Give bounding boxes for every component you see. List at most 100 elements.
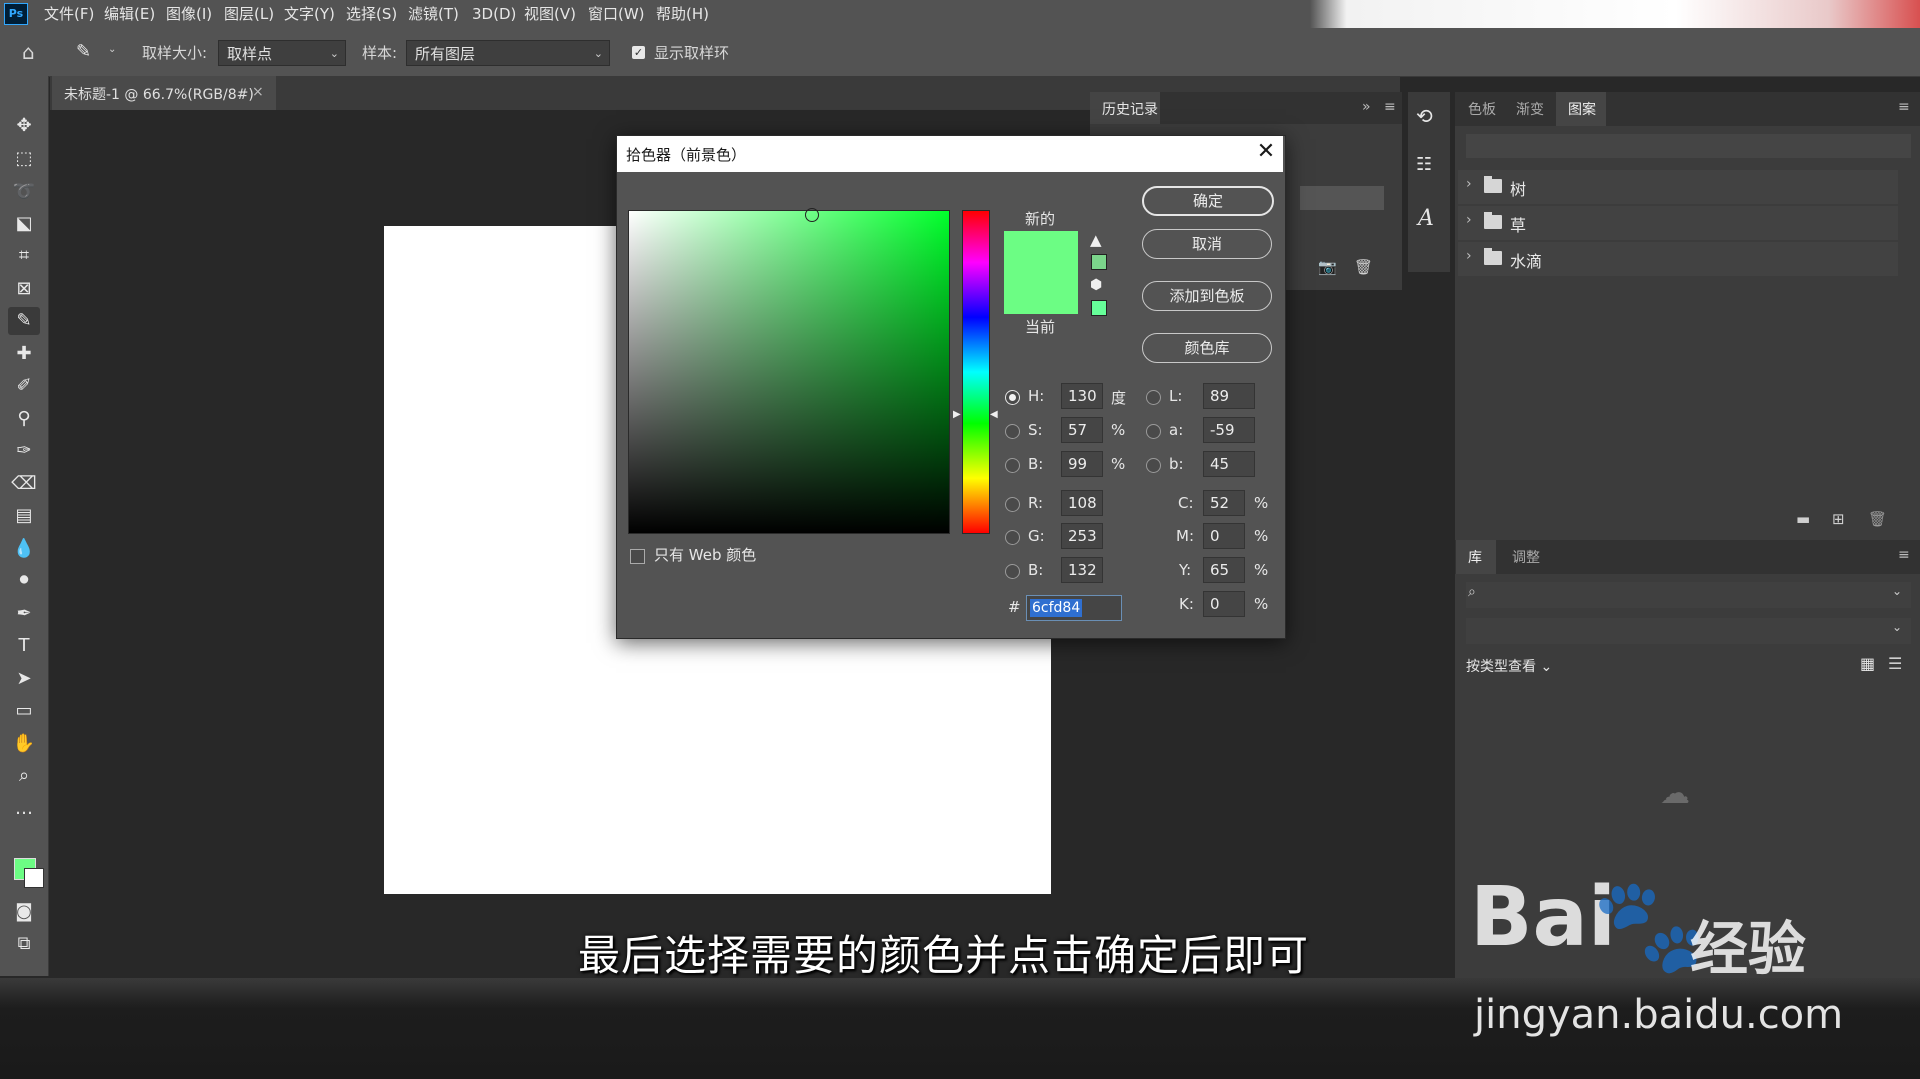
home-icon[interactable]: ⌂ (22, 42, 44, 62)
history-brush-tool-icon[interactable]: ✑ (8, 437, 40, 465)
hue-field[interactable]: 130 (1061, 383, 1103, 409)
history-panel-icon[interactable]: ⟲ (1416, 104, 1433, 128)
show-ring-checkbox[interactable]: ✓ (632, 46, 645, 59)
zoom-tool-icon[interactable]: ⌕ (8, 762, 40, 790)
radio-green[interactable] (1005, 530, 1020, 545)
radio-hue[interactable] (1005, 390, 1020, 405)
current-color-swatch[interactable] (1004, 272, 1078, 314)
ok-button[interactable]: 确定 (1142, 186, 1274, 216)
radio-saturation[interactable] (1005, 424, 1020, 439)
tab-swatches[interactable]: 色板 (1468, 99, 1496, 119)
document-tab[interactable]: 未标题-1 @ 66.7%(RGB/8#) × (52, 76, 276, 110)
background-color-swatch[interactable] (24, 868, 44, 888)
web-colors-only-checkbox[interactable] (630, 549, 645, 564)
lasso-tool-icon[interactable]: ➰ (8, 178, 40, 206)
green-field[interactable]: 253 (1061, 523, 1103, 549)
hand-tool-icon[interactable]: ✋ (8, 730, 40, 758)
menu-help[interactable]: 帮助(H) (656, 0, 709, 28)
add-to-swatches-button[interactable]: 添加到色板 (1142, 281, 1272, 311)
radio-red[interactable] (1005, 497, 1020, 512)
move-tool-icon[interactable]: ✥ (8, 112, 40, 140)
character-panel-icon[interactable]: A (1418, 206, 1434, 231)
library-search-field[interactable]: ⌕ ⌄ (1466, 582, 1911, 608)
color-libraries-button[interactable]: 颜色库 (1142, 333, 1272, 363)
properties-panel-icon[interactable]: ☷ (1416, 154, 1432, 175)
hex-field[interactable]: 6cfd84 (1026, 595, 1122, 621)
type-tool-icon[interactable]: T (8, 632, 40, 660)
cancel-button[interactable]: 取消 (1142, 229, 1272, 259)
panel-menu-icon[interactable]: ≡ (1898, 99, 1910, 115)
menu-window[interactable]: 窗口(W) (588, 0, 645, 28)
path-select-tool-icon[interactable]: ➤ (8, 665, 40, 693)
gamut-correction-swatch[interactable] (1091, 254, 1107, 270)
history-state-row[interactable] (1300, 186, 1384, 210)
sample-select[interactable]: 所有图层 ⌄ (406, 40, 610, 66)
radio-lab-a[interactable] (1146, 424, 1161, 439)
close-tab-icon[interactable]: × (252, 84, 264, 100)
crop-tool-icon[interactable]: ⌗ (8, 242, 40, 270)
eyedropper-preset-icon[interactable]: ✎ (76, 40, 106, 64)
brightness-field[interactable]: 99 (1061, 451, 1103, 477)
lab-b-field[interactable]: 45 (1203, 451, 1255, 477)
menu-filter[interactable]: 滤镜(T) (408, 0, 459, 28)
blur-tool-icon[interactable]: 💧 (8, 535, 40, 563)
snapshot-camera-icon[interactable]: 📷 (1318, 258, 1337, 276)
black-field[interactable]: 0 (1203, 591, 1245, 617)
grid-view-icon[interactable]: ▦ (1860, 654, 1875, 673)
radio-lab-l[interactable] (1146, 390, 1161, 405)
clone-stamp-tool-icon[interactable]: ⚲ (8, 405, 40, 433)
healing-brush-tool-icon[interactable]: ✚ (8, 340, 40, 368)
hue-slider[interactable] (962, 210, 990, 534)
quick-mask-icon[interactable]: ◙ (8, 898, 40, 926)
panel-menu-icon[interactable]: ≡ (1898, 547, 1910, 563)
out-of-gamut-warning-icon[interactable]: ▲ (1090, 231, 1102, 249)
color-selector-ring[interactable] (805, 208, 819, 222)
object-select-tool-icon[interactable]: ⬕ (8, 210, 40, 238)
tab-patterns[interactable]: 图案 (1556, 92, 1606, 126)
hue-slider-left-arrow-icon[interactable]: ▶ (953, 409, 961, 420)
red-field[interactable]: 108 (1061, 490, 1103, 516)
menu-layer[interactable]: 图层(L) (224, 0, 274, 28)
brush-tool-icon[interactable]: ✐ (8, 372, 40, 400)
pattern-folder-grass[interactable]: › 草 (1458, 206, 1898, 240)
menu-image[interactable]: 图像(I) (166, 0, 212, 28)
new-pattern-icon[interactable]: ⊞ (1832, 510, 1845, 528)
rectangle-tool-icon[interactable]: ▭ (8, 697, 40, 725)
patterns-search-field[interactable] (1466, 134, 1911, 158)
menu-edit[interactable]: 编辑(E) (104, 0, 155, 28)
pen-tool-icon[interactable]: ✒ (8, 600, 40, 628)
saturation-brightness-field[interactable] (628, 210, 950, 534)
saturation-field[interactable]: 57 (1061, 417, 1103, 443)
lab-a-field[interactable]: -59 (1203, 417, 1255, 443)
marquee-tool-icon[interactable]: ⬚ (8, 145, 40, 173)
pattern-folder-tree[interactable]: › 树 (1458, 170, 1898, 204)
pattern-folder-waterdrop[interactable]: › 水滴 (1458, 242, 1898, 276)
list-view-icon[interactable]: ☰ (1888, 654, 1902, 673)
menu-type[interactable]: 文字(Y) (284, 0, 335, 28)
tab-history[interactable]: 历史记录 (1090, 92, 1160, 124)
magenta-field[interactable]: 0 (1203, 523, 1245, 549)
web-safe-cube-icon[interactable]: ⬢ (1090, 277, 1102, 293)
screen-mode-icon[interactable]: ⧉ (8, 930, 40, 958)
more-tools-icon[interactable]: … (8, 795, 40, 823)
menu-select[interactable]: 选择(S) (346, 0, 397, 28)
eraser-tool-icon[interactable]: ⌫ (8, 470, 40, 498)
menu-view[interactable]: 视图(V) (524, 0, 576, 28)
panel-menu-icon[interactable]: ≡ (1384, 99, 1396, 115)
lab-l-field[interactable]: 89 (1203, 383, 1255, 409)
view-by-type-dropdown[interactable]: 按类型查看 ⌄ (1466, 656, 1552, 676)
trash-icon[interactable]: 🗑 (1868, 510, 1887, 528)
radio-lab-b[interactable] (1146, 458, 1161, 473)
web-safe-color-swatch[interactable] (1091, 300, 1107, 316)
blue-field[interactable]: 132 (1061, 557, 1103, 583)
close-icon[interactable]: ✕ (1254, 140, 1278, 164)
sample-size-select[interactable]: 取样点 ⌄ (218, 40, 346, 66)
tab-gradients[interactable]: 渐变 (1516, 99, 1544, 119)
library-select[interactable]: ⌄ (1466, 618, 1911, 644)
dodge-tool-icon[interactable]: ⚫ (8, 567, 40, 595)
tab-adjustments[interactable]: 调整 (1512, 547, 1540, 567)
radio-blue[interactable] (1005, 564, 1020, 579)
frame-tool-icon[interactable]: ⊠ (8, 275, 40, 303)
chevron-down-icon[interactable]: ⌄ (108, 44, 116, 55)
menu-3d[interactable]: 3D(D) (472, 0, 516, 28)
